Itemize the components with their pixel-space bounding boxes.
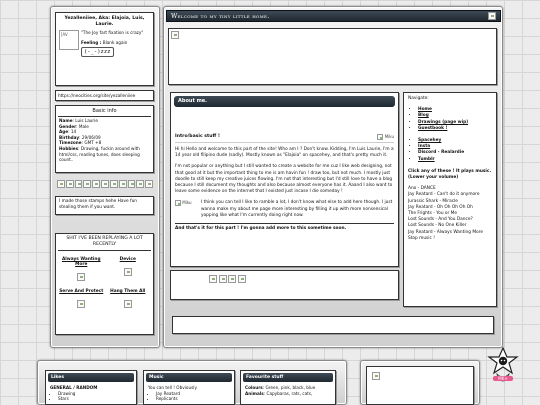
about-box: About me. Intro/basic stuff ! Miku Hi hi… [170, 92, 399, 267]
stamps-row [57, 180, 153, 188]
stamp-image [127, 180, 136, 188]
replaying-title: SHIT I'VE BEEN REPLAYING A LOT RECENTLY [58, 236, 151, 251]
social-links: Spacehey Insta Discord - Realardie Tumbl… [408, 138, 492, 163]
stamp-image [65, 180, 74, 188]
about-title: About me. [178, 98, 208, 104]
replay-item[interactable]: Serve And Protect [58, 289, 105, 308]
stamp-image [118, 180, 127, 188]
header-image [488, 12, 496, 20]
about-title-bar: About me. [174, 96, 395, 107]
likes-box: Likes GENERAL / RANDOM Drawing Stars [45, 370, 137, 405]
social-link-tumblr[interactable]: Tumblr [418, 157, 492, 163]
intro-row: Intro/basic stuff ! Miku [175, 134, 394, 143]
site-url-box[interactable]: https://neocities.org/site/yezalleniiee [55, 90, 154, 101]
stamp-image [74, 180, 83, 188]
feeling-label: Feeling : [81, 39, 102, 45]
small-stamps-box [170, 270, 399, 300]
album-cover-image[interactable] [77, 300, 86, 308]
likes-subtitle: GENERAL / RANDOM [50, 385, 98, 390]
basic-info-box: Basic info Name: Luis Laurie Gender: Mal… [55, 105, 154, 173]
info-row-hobbies: Hobbies: Drawing, fuckin around with htm… [59, 145, 140, 163]
bottom-right-box [366, 366, 474, 405]
song-list: Ano - DANCE Jay Reatard - Can't do it an… [408, 186, 492, 242]
site-url[interactable]: https://neocities.org/site/yezalleniiee [58, 93, 135, 98]
banner-image [171, 31, 179, 39]
stamp-image [92, 180, 101, 188]
stamp-image [109, 180, 118, 188]
about-footer: And that's it for this part ! I'm gonna … [175, 223, 394, 231]
feeling-value: Blank again [102, 39, 128, 45]
header-bar: Welcome to my tiny little home. [166, 10, 501, 22]
stamps-note-box: I made those stamps hehe Have fun steali… [55, 196, 154, 215]
album-cover-image[interactable] [123, 268, 132, 276]
about-paragraph-3: I think you can tell I like to ramble a … [201, 200, 393, 218]
likes-title: Likes [51, 375, 65, 380]
small-image [228, 275, 237, 283]
profile-card: Yezalleniiee, Aka: Elajoia, Luis, Laurie… [55, 12, 154, 86]
music-heading: Click any of these ! It plays music. (Lo… [408, 168, 492, 181]
banner-box [168, 28, 497, 85]
feeling-face: (-_-)zzz [81, 46, 114, 57]
song-link[interactable]: Jay Reatard - Always Wanting More [408, 230, 492, 236]
intro-heading: Intro/basic stuff ! [175, 134, 220, 139]
favourite-title: Favourite stuff [246, 375, 284, 380]
stamp-image [101, 180, 109, 188]
intro-image: Miku [377, 134, 394, 140]
stamp-image [145, 180, 153, 188]
about-paragraph-1: Hi hi Hello and welcome to this part of … [175, 147, 394, 159]
song-link[interactable]: Jay Reatard - Can't do it anymore [408, 192, 492, 198]
stamp-image [57, 180, 65, 188]
small-image [209, 275, 217, 283]
album-cover-image[interactable] [123, 300, 132, 308]
mascot-badge: MK+ [493, 376, 513, 381]
stamp-image [136, 180, 145, 188]
bottom-image [372, 372, 380, 380]
nav-links: Home Blog Drawings (page wip) Guestbook … [408, 107, 492, 132]
stamp-image [83, 180, 92, 188]
favourite-box: Favourite stuff Colours: Green, pink, bl… [240, 370, 336, 405]
music-title: Music [149, 375, 164, 380]
about-paragraph-2: I'm not popular or anything but I still … [175, 164, 393, 195]
profile-quote: "The Joy fart fixation is crazy" [81, 30, 144, 35]
music-item: Replicants [156, 396, 230, 402]
album-cover-image[interactable] [77, 273, 86, 281]
paragraph-image: Miku [175, 200, 197, 219]
profile-name: Yezalleniiee, Aka: Elajoia, Luis, Laurie… [64, 16, 145, 27]
nav-box: Navigate: Home Blog Drawings (page wip) … [403, 92, 497, 307]
replay-item[interactable]: Always Wanting More [58, 257, 105, 281]
replaying-box: SHIT I'VE BEEN REPLAYING A LOT RECENTLY … [55, 233, 154, 335]
header-title: Welcome to my tiny little home. [171, 13, 270, 20]
music-box: Music You can tell ! Obviously Jay Reata… [143, 370, 235, 405]
nav-link-guestbook[interactable]: Guestbook ! [418, 126, 492, 132]
stop-music-link[interactable]: Stop music ! [408, 236, 492, 242]
nav-title: Navigate: [408, 96, 429, 101]
avatar: [AV [59, 30, 79, 50]
small-image [218, 275, 227, 283]
replay-item[interactable]: Device [105, 257, 152, 281]
mascot-figure: MK+ [486, 346, 520, 386]
fav-animals: Animals: Capybaras, rats, cats, [245, 390, 313, 396]
stamps-note: I made those stamps hehe Have fun steali… [59, 199, 138, 210]
bottom-input-box[interactable] [172, 316, 494, 334]
replay-item[interactable]: Hang Them All [105, 289, 152, 308]
basic-info-title: Basic info [58, 106, 151, 117]
likes-item: Stars [58, 396, 132, 402]
small-image [237, 275, 246, 283]
